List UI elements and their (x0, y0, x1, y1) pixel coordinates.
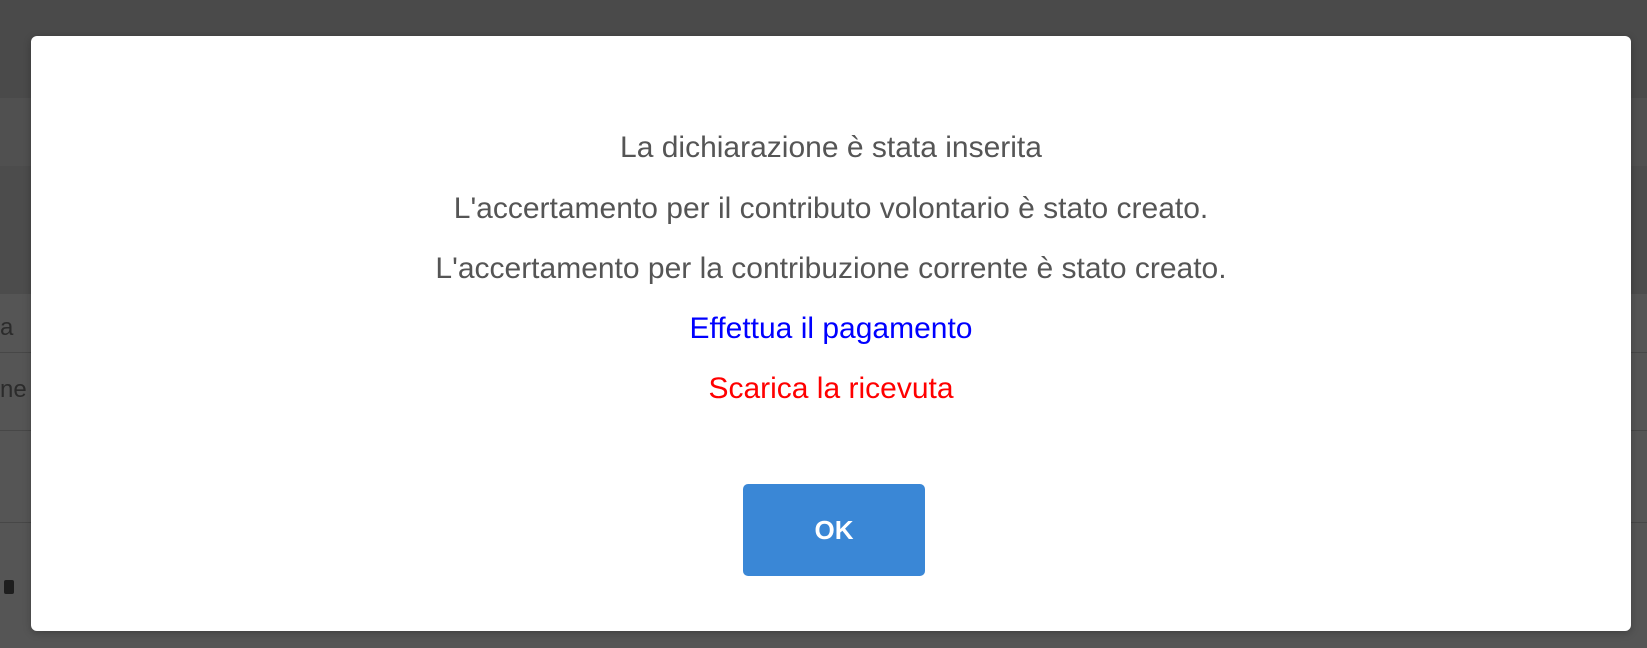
background-icon-fragment (4, 580, 14, 594)
pay-link-row: Effettua il pagamento (31, 311, 1631, 347)
confirmation-dialog: La dichiarazione è stata inserita L'acce… (31, 36, 1631, 631)
download-receipt-link[interactable]: Scarica la ricevuta (708, 372, 953, 405)
background-text-fragment: ne (0, 376, 27, 403)
dialog-message: L'accertamento per il contributo volonta… (453, 192, 1209, 225)
pay-link[interactable]: Effettua il pagamento (690, 312, 973, 345)
dialog-message: La dichiarazione è stata inserita (620, 131, 1042, 164)
receipt-link-row: Scarica la ricevuta (31, 371, 1631, 407)
ok-button[interactable]: OK (743, 484, 925, 576)
dialog-message: L'accertamento per la contribuzione corr… (435, 252, 1227, 285)
background-text-fragment: a (0, 314, 14, 341)
